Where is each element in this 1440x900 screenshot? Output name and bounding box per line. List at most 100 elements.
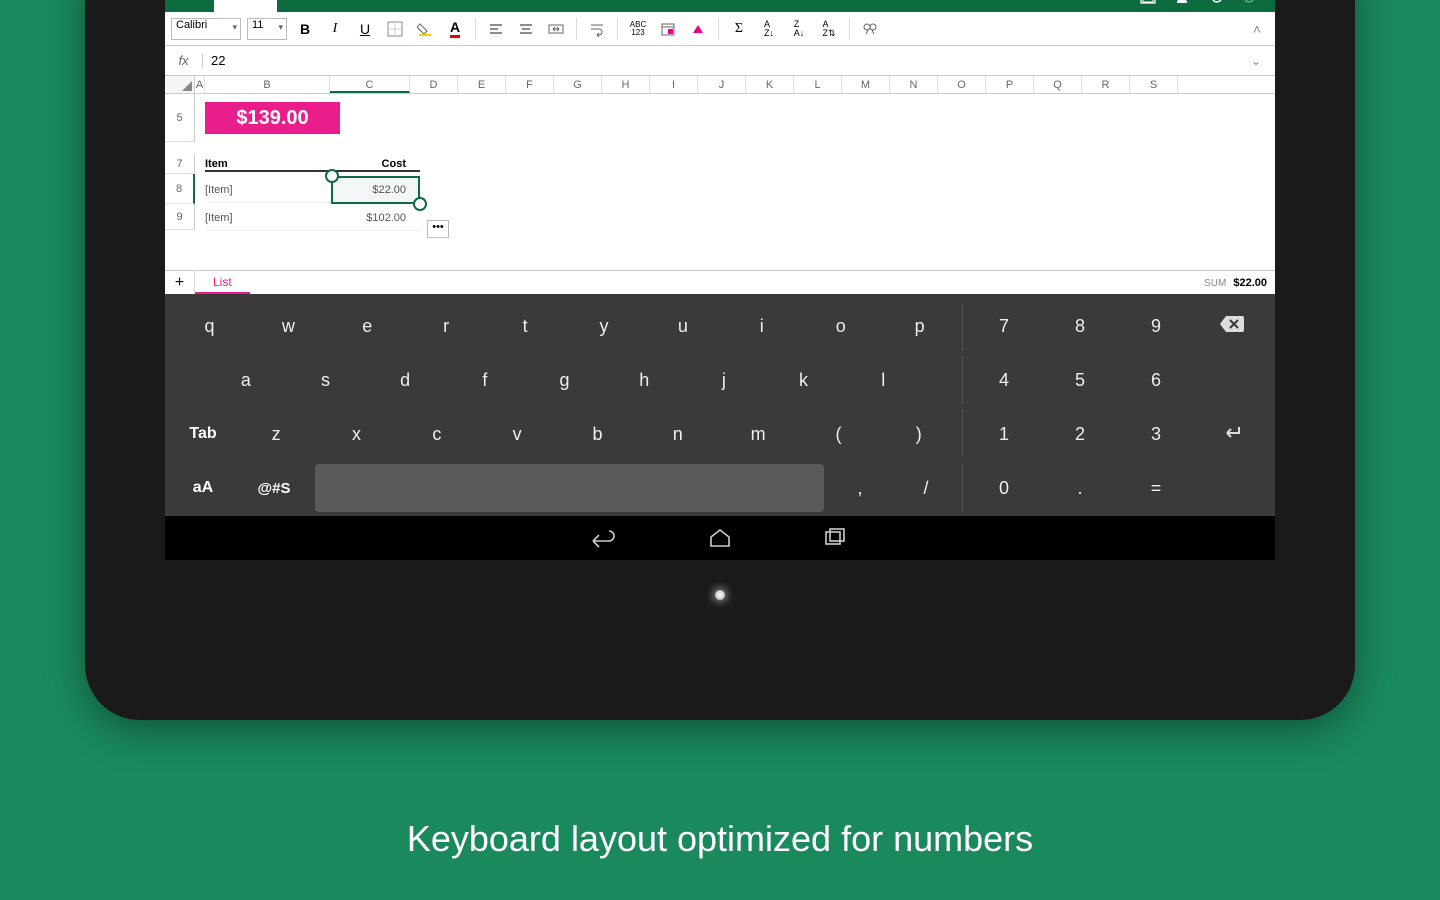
cell-cost[interactable]: $22.00 — [330, 184, 410, 196]
align-left-icon[interactable] — [484, 17, 508, 41]
key-3[interactable]: 3 — [1121, 410, 1191, 458]
key-d[interactable]: d — [368, 356, 442, 404]
home-icon[interactable] — [707, 525, 733, 551]
col-header-a[interactable]: A — [195, 76, 205, 93]
col-header-i[interactable]: I — [650, 76, 698, 93]
menu-formulas[interactable]: Formulas — [337, 0, 419, 12]
underline-icon[interactable]: U — [353, 17, 377, 41]
menu-file[interactable]: File — [165, 0, 214, 12]
formula-input[interactable]: 22 — [203, 53, 1251, 68]
key-f[interactable]: f — [448, 356, 522, 404]
key-backspace[interactable] — [1197, 302, 1267, 350]
key-c[interactable]: c — [400, 410, 474, 458]
key-u[interactable]: u — [646, 302, 719, 350]
col-header-m[interactable]: M — [842, 76, 890, 93]
sort-desc-icon[interactable]: ZA↓ — [787, 17, 811, 41]
key-e[interactable]: e — [331, 302, 404, 350]
key-shift[interactable]: aA — [173, 464, 233, 512]
back-icon[interactable] — [591, 525, 617, 551]
key-comma[interactable]: , — [830, 464, 890, 512]
key-2[interactable]: 2 — [1045, 410, 1115, 458]
key-z[interactable]: z — [239, 410, 313, 458]
table-row[interactable]: [Item] $22.00 — [205, 177, 420, 203]
col-header-d[interactable]: D — [410, 76, 458, 93]
sort-custom-icon[interactable]: AZ⇅ — [817, 17, 841, 41]
col-header-c[interactable]: C — [330, 76, 410, 93]
key-7[interactable]: 7 — [969, 302, 1039, 350]
key-period[interactable]: . — [1045, 464, 1115, 512]
key-slash[interactable]: / — [896, 464, 956, 512]
col-header-r[interactable]: R — [1082, 76, 1130, 93]
key-n[interactable]: n — [641, 410, 715, 458]
font-name-select[interactable]: Calibri — [171, 18, 241, 40]
key-tab[interactable]: Tab — [173, 410, 233, 458]
sheet-tab-list[interactable]: List — [195, 271, 250, 294]
formula-expand-icon[interactable]: ⌄ — [1251, 54, 1275, 68]
key-p[interactable]: p — [883, 302, 956, 350]
key-b[interactable]: b — [560, 410, 634, 458]
collapse-ribbon-icon[interactable]: ˄ — [1245, 17, 1269, 41]
cell-item[interactable]: [Item] — [205, 212, 330, 224]
align-center-icon[interactable] — [514, 17, 538, 41]
selection-handle-bottom-icon[interactable] — [413, 197, 427, 211]
select-all-corner[interactable] — [165, 76, 195, 93]
key-g[interactable]: g — [528, 356, 602, 404]
col-header-e[interactable]: E — [458, 76, 506, 93]
col-header-h[interactable]: H — [602, 76, 650, 93]
row-header-9[interactable]: 9 — [165, 204, 195, 230]
key-rparen[interactable]: ) — [882, 410, 956, 458]
key-5[interactable]: 5 — [1045, 356, 1115, 404]
menu-review[interactable]: Review — [419, 0, 490, 12]
font-size-select[interactable]: 11 — [247, 18, 287, 40]
col-header-p[interactable]: P — [986, 76, 1034, 93]
recent-apps-icon[interactable] — [823, 525, 849, 551]
col-header-s[interactable]: S — [1130, 76, 1178, 93]
fill-color-icon[interactable] — [413, 17, 437, 41]
col-header-j[interactable]: J — [698, 76, 746, 93]
row-header-7[interactable]: 7 — [165, 154, 195, 174]
menu-view[interactable]: View — [490, 0, 546, 12]
key-lparen[interactable]: ( — [801, 410, 875, 458]
key-9[interactable]: 9 — [1121, 302, 1191, 350]
key-i[interactable]: i — [725, 302, 798, 350]
key-4[interactable]: 4 — [969, 356, 1039, 404]
autofill-options-icon[interactable]: ••• — [427, 220, 449, 238]
col-header-o[interactable]: O — [938, 76, 986, 93]
borders-icon[interactable] — [383, 17, 407, 41]
sort-asc-icon[interactable]: AZ↓ — [757, 17, 781, 41]
col-header-g[interactable]: G — [554, 76, 602, 93]
selection-handle-top-icon[interactable] — [325, 169, 339, 183]
table-row[interactable]: [Item] $102.00 — [205, 205, 420, 231]
key-y[interactable]: y — [568, 302, 641, 350]
undo-icon[interactable] — [1207, 0, 1225, 5]
key-h[interactable]: h — [607, 356, 681, 404]
menu-home[interactable]: Home — [214, 0, 277, 12]
cell-item[interactable]: [Item] — [205, 184, 330, 196]
italic-icon[interactable]: I — [323, 17, 347, 41]
key-q[interactable]: q — [173, 302, 246, 350]
col-header-q[interactable]: Q — [1034, 76, 1082, 93]
key-6[interactable]: 6 — [1121, 356, 1191, 404]
key-x[interactable]: x — [319, 410, 393, 458]
key-enter[interactable] — [1197, 410, 1267, 458]
key-t[interactable]: t — [489, 302, 562, 350]
key-l[interactable]: l — [846, 356, 920, 404]
key-w[interactable]: w — [252, 302, 325, 350]
autosum-icon[interactable]: Σ — [727, 17, 751, 41]
row-header-8[interactable]: 8 — [165, 174, 195, 204]
fx-icon[interactable]: fx — [165, 53, 203, 68]
number-format-icon[interactable]: ABC123 — [626, 17, 650, 41]
col-header-f[interactable]: F — [506, 76, 554, 93]
find-icon[interactable] — [858, 17, 882, 41]
key-o[interactable]: o — [804, 302, 877, 350]
key-m[interactable]: m — [721, 410, 795, 458]
save-icon[interactable] — [1139, 0, 1157, 5]
cell-cost[interactable]: $102.00 — [330, 212, 410, 224]
bold-icon[interactable]: B — [293, 17, 317, 41]
wrap-text-icon[interactable] — [585, 17, 609, 41]
key-k[interactable]: k — [767, 356, 841, 404]
row-header-5[interactable]: 5 — [165, 94, 195, 142]
menu-insert[interactable]: Insert — [277, 0, 338, 12]
key-symbols[interactable]: @#S — [239, 464, 309, 512]
key-j[interactable]: j — [687, 356, 761, 404]
